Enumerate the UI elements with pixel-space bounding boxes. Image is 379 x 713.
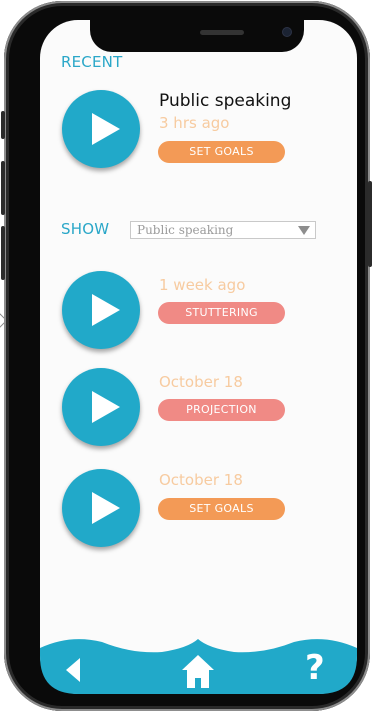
recent-play-button[interactable] <box>62 90 140 168</box>
list-item-tag[interactable]: PROJECTION <box>158 399 285 421</box>
notch <box>90 20 304 52</box>
list-item-time: 1 week ago <box>159 276 246 294</box>
speaker-grille <box>200 30 244 35</box>
list-item-tag[interactable]: STUTTERING <box>158 302 285 324</box>
home-button[interactable] <box>180 652 216 690</box>
list-item-play-button[interactable] <box>62 469 140 547</box>
show-label: SHOW <box>61 220 110 238</box>
volume-up-button <box>1 161 5 215</box>
list-item-play-button[interactable] <box>62 368 140 446</box>
list-item-tag[interactable]: SET GOALS <box>158 498 285 520</box>
mute-switch <box>1 111 5 139</box>
volume-down-button <box>1 226 5 280</box>
list-item-time: October 18 <box>159 471 243 489</box>
front-camera <box>283 28 291 36</box>
recent-time: 3 hrs ago <box>159 114 230 132</box>
back-button[interactable] <box>60 655 90 685</box>
home-icon <box>182 655 214 688</box>
show-filter-select[interactable]: Public speaking <box>130 221 316 239</box>
recent-title: Public speaking <box>159 91 292 111</box>
list-item-time: October 18 <box>159 373 243 391</box>
back-icon <box>66 658 80 682</box>
power-button <box>368 181 372 267</box>
list-item-play-button[interactable] <box>62 271 140 349</box>
recent-tag[interactable]: SET GOALS <box>158 141 285 163</box>
dropdown-arrow-icon <box>298 226 310 235</box>
help-button[interactable]: ? <box>305 648 325 688</box>
show-filter-value: Public speaking <box>137 223 234 237</box>
recent-heading: RECENT <box>61 53 123 71</box>
